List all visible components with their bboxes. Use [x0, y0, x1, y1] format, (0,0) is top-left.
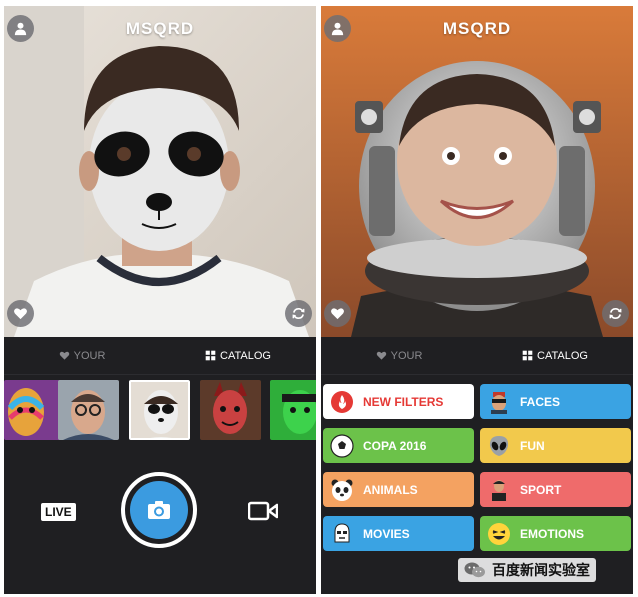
category-label: ANIMALS	[363, 482, 418, 497]
app-title: MSQRD	[442, 19, 512, 38]
tab-catalog[interactable]: CATALOG	[477, 337, 633, 374]
flip-camera-button[interactable]	[285, 300, 312, 327]
refresh-icon	[292, 307, 305, 320]
stormtrooper-icon	[329, 521, 355, 547]
favorite-button[interactable]	[324, 300, 351, 327]
tab-your[interactable]: YOUR	[321, 337, 477, 374]
green-man-filter[interactable]	[270, 380, 316, 440]
panda-filter[interactable]	[129, 380, 190, 440]
app-title: MSQRD	[125, 19, 195, 38]
video-camera-icon[interactable]	[248, 500, 278, 522]
shutter-inner	[130, 481, 188, 539]
category-label: MOVIES	[363, 526, 410, 541]
tab-your[interactable]: YOUR	[4, 337, 160, 374]
live-button[interactable]: LIVE	[41, 503, 76, 521]
category-label: COPA 2016	[363, 438, 427, 453]
category-label: SPORT	[520, 482, 562, 497]
wechat-icon	[464, 562, 485, 578]
category-copa-2016[interactable]: COPA 2016	[323, 428, 474, 463]
watermark-text: 百度新闻实验室	[492, 562, 590, 578]
rainbow-face-filter[interactable]	[4, 380, 65, 440]
person-icon	[331, 22, 344, 36]
right-phone-screen: MSQRD YOUR CATALOG NEW FILTERS FACES COP…	[321, 6, 633, 594]
tab-bar: YOUR CATALOG	[4, 337, 316, 375]
heart-icon	[376, 351, 386, 360]
tab-your-label: YOUR	[390, 349, 423, 362]
tab-catalog-label: CATALOG	[220, 349, 271, 362]
tab-bar: YOUR CATALOG	[321, 337, 633, 375]
category-label: EMOTIONS	[520, 526, 585, 541]
shutter-button[interactable]	[121, 472, 197, 548]
panda-icon	[329, 477, 355, 503]
category-label: NEW FILTERS	[363, 394, 444, 409]
left-phone-screen: MSQRD YOUR CATALOG LIVE	[4, 6, 316, 594]
category-label: FACES	[520, 394, 561, 409]
category-sport[interactable]: SPORT	[480, 472, 631, 507]
heart-icon	[59, 351, 69, 360]
category-faces[interactable]: FACES	[480, 384, 631, 419]
category-animals[interactable]: ANIMALS	[323, 472, 474, 507]
filter-carousel	[4, 380, 316, 440]
category-new-filters[interactable]: NEW FILTERS	[323, 384, 474, 419]
category-emotions[interactable]: EMOTIONS	[480, 516, 631, 551]
profile-button[interactable]	[7, 15, 34, 42]
soccer-ball-icon	[329, 433, 355, 459]
camera-preview: MSQRD	[321, 6, 633, 337]
grid-icon	[205, 350, 216, 361]
category-fun[interactable]: FUN	[480, 428, 631, 463]
astronaut-helmet-photo	[321, 6, 633, 337]
flip-camera-button[interactable]	[602, 300, 629, 327]
category-label: FUN	[520, 438, 545, 453]
tab-catalog-label: CATALOG	[537, 349, 588, 362]
screenshot-comparison: MSQRD YOUR CATALOG LIVE MSQRD YOUR CATAL…	[0, 0, 638, 597]
favorite-button[interactable]	[7, 300, 34, 327]
panda-face-photo	[4, 6, 316, 337]
fire-icon	[329, 389, 355, 415]
camera-icon	[148, 501, 170, 519]
profile-button[interactable]	[324, 15, 351, 42]
refresh-icon	[609, 307, 622, 320]
demon-face-filter[interactable]	[200, 380, 261, 440]
camera-preview: MSQRD	[4, 6, 316, 337]
heart-icon	[331, 308, 344, 320]
athlete-icon	[486, 477, 512, 503]
tab-catalog[interactable]: CATALOG	[160, 337, 316, 374]
mask-icon	[486, 389, 512, 415]
category-movies[interactable]: MOVIES	[323, 516, 474, 551]
tab-your-label: YOUR	[73, 349, 106, 362]
alien-icon	[486, 433, 512, 459]
grid-icon	[522, 350, 533, 361]
heart-icon	[14, 308, 27, 320]
glasses-man-filter[interactable]	[58, 380, 119, 440]
watermark: 百度新闻实验室	[458, 558, 596, 582]
laughing-emoji-icon	[486, 521, 512, 547]
person-icon	[14, 22, 27, 36]
